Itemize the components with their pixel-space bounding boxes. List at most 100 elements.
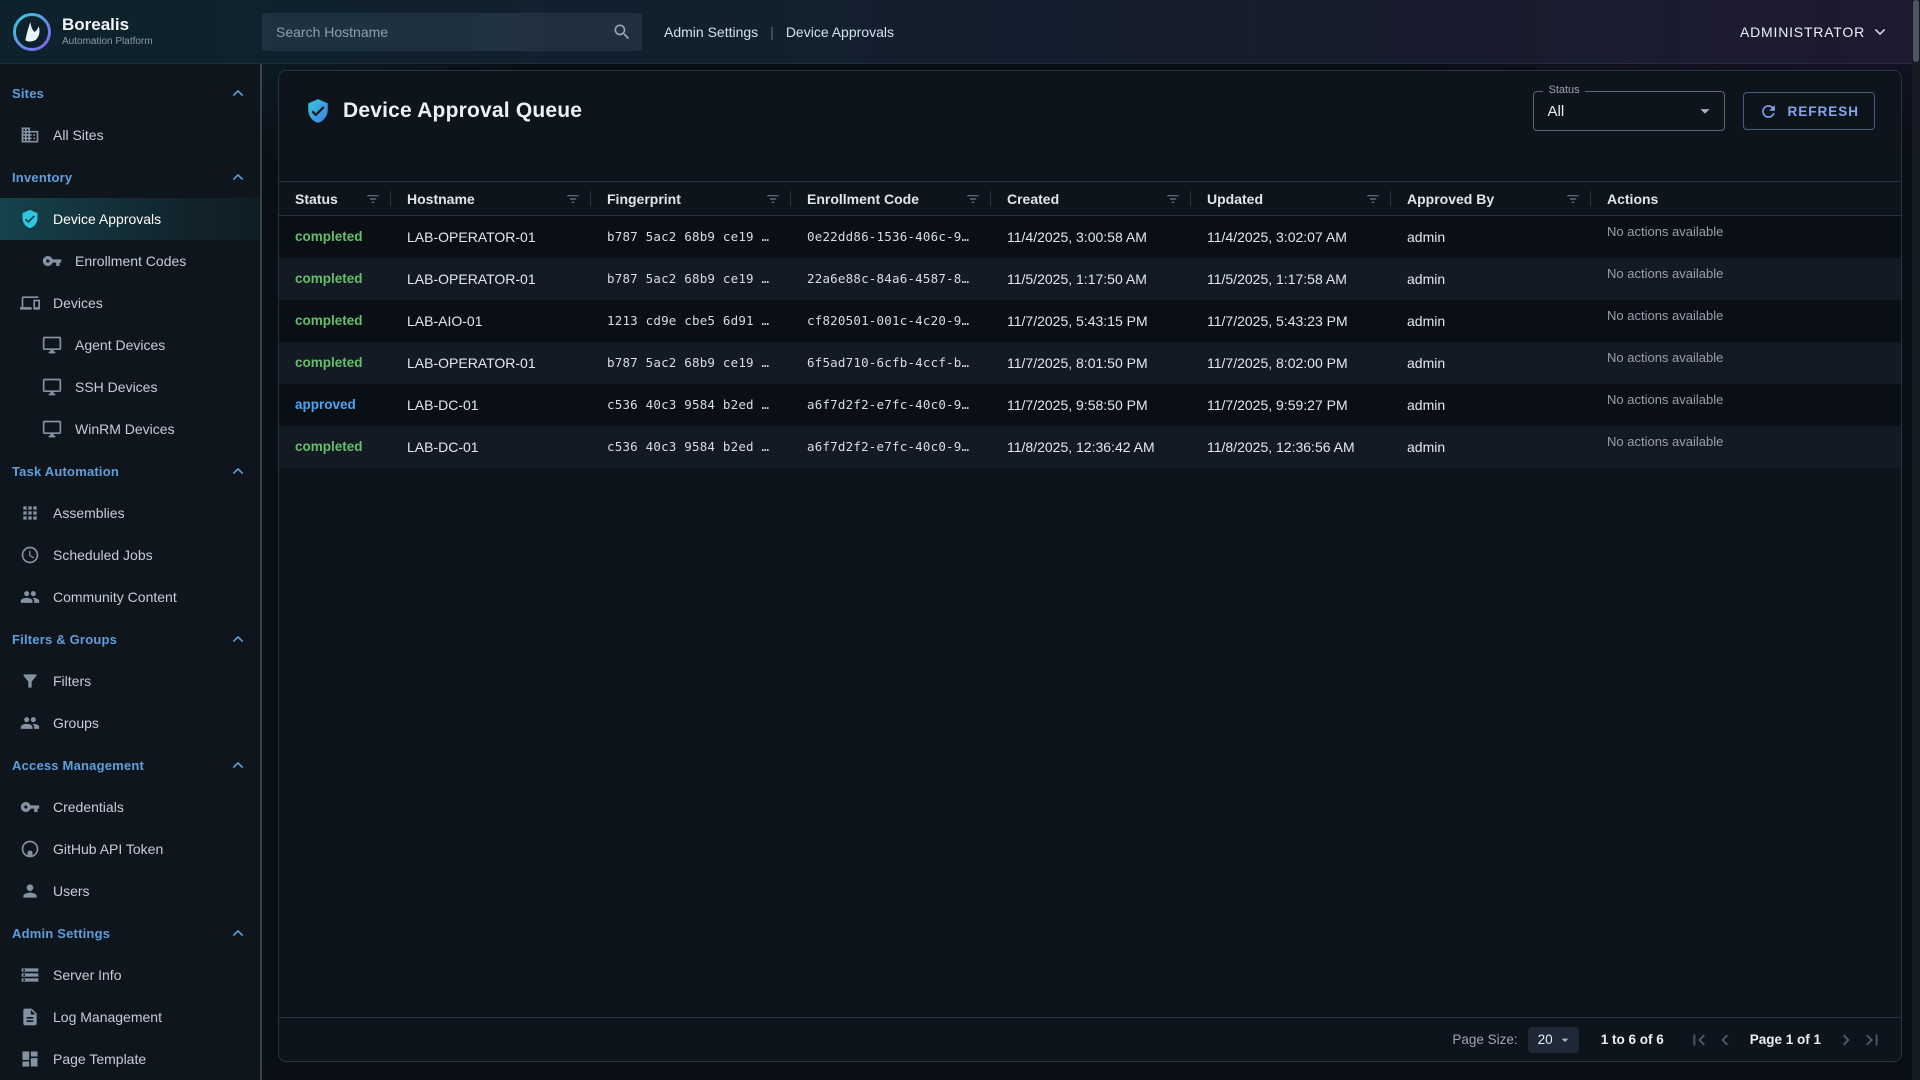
caret-down-icon	[1694, 100, 1716, 122]
filter-icon[interactable]	[1165, 191, 1181, 207]
sidebar-item-filters[interactable]: Filters	[0, 660, 260, 702]
sidebar-item-ssh-devices[interactable]: SSH Devices	[0, 366, 260, 408]
column-header-approved-by[interactable]: Approved By	[1391, 182, 1591, 216]
filter-icon[interactable]	[1365, 191, 1381, 207]
column-header-updated[interactable]: Updated	[1191, 182, 1391, 216]
next-page-button[interactable]	[1833, 1027, 1859, 1053]
status-filter-select[interactable]: Status All	[1533, 91, 1725, 131]
column-header-created[interactable]: Created	[991, 182, 1191, 216]
borealis-logo	[12, 12, 52, 52]
sidebar-item-assemblies[interactable]: Assemblies	[0, 492, 260, 534]
sidebar-section-access-management[interactable]: Access Management	[0, 744, 260, 786]
sidebar-item-devices[interactable]: Devices	[0, 282, 260, 324]
funnel-icon	[20, 671, 40, 691]
cell-hostname: LAB-OPERATOR-01	[391, 258, 591, 300]
sidebar-item-all-sites[interactable]: All Sites	[0, 114, 260, 156]
cell-approved-by: admin	[1391, 300, 1591, 342]
github-icon	[20, 839, 40, 859]
sidebar-item-winrm-devices[interactable]: WinRM Devices	[0, 408, 260, 450]
cell-status: completed	[279, 342, 391, 384]
pagination-footer: Page Size: 20 1 to 6 of 6 Page 1 of 1	[279, 1017, 1901, 1061]
sidebar-item-users[interactable]: Users	[0, 870, 260, 912]
search-input[interactable]	[276, 24, 612, 40]
cell-actions: No actions available	[1591, 300, 1901, 342]
scrollbar-thumb[interactable]	[1913, 0, 1919, 62]
table-row[interactable]: completed LAB-OPERATOR-01 b787 5ac2 68b9…	[279, 216, 1901, 258]
sidebar-item-enrollment-codes[interactable]: Enrollment Codes	[0, 240, 260, 282]
filter-icon[interactable]	[965, 191, 981, 207]
page-title: Device Approval Queue	[343, 99, 582, 123]
cell-hostname: LAB-DC-01	[391, 426, 591, 468]
main-content: Device Approval Queue Status All RE	[262, 64, 1920, 1080]
section-label: Inventory	[12, 170, 72, 185]
sidebar-section-task-automation[interactable]: Task Automation	[0, 450, 260, 492]
page-scrollbar[interactable]	[1912, 0, 1920, 1080]
cell-actions: No actions available	[1591, 258, 1901, 300]
sidebar-item-credentials[interactable]: Credentials	[0, 786, 260, 828]
section-label: Admin Settings	[12, 926, 110, 941]
breadcrumb-device-approvals[interactable]: Device Approvals	[786, 24, 894, 40]
sidebar-item-groups[interactable]: Groups	[0, 702, 260, 744]
cell-updated: 11/8/2025, 12:36:56 AM	[1191, 426, 1391, 468]
sidebar-section-filters-groups[interactable]: Filters & Groups	[0, 618, 260, 660]
refresh-button[interactable]: REFRESH	[1743, 92, 1875, 130]
cell-approved-by: admin	[1391, 342, 1591, 384]
monitor-icon	[42, 377, 62, 397]
column-header-fingerprint[interactable]: Fingerprint	[591, 182, 791, 216]
sidebar-item-community-content[interactable]: Community Content	[0, 576, 260, 618]
refresh-label: REFRESH	[1787, 104, 1859, 119]
table-row[interactable]: approved LAB-DC-01 c536 40c3 9584 b2ed ……	[279, 384, 1901, 426]
table-wrap: Status Hostname Fingerprint Enrollment C…	[279, 181, 1901, 468]
page-size-select[interactable]: 20	[1528, 1027, 1579, 1053]
sidebar-section-admin-settings[interactable]: Admin Settings	[0, 912, 260, 954]
cell-status: completed	[279, 426, 391, 468]
column-header-enrollment-code[interactable]: Enrollment Code	[791, 182, 991, 216]
filter-icon[interactable]	[565, 191, 581, 207]
brand: Borealis Automation Platform	[0, 12, 248, 52]
sidebar-item-label: Devices	[53, 295, 103, 311]
cell-fingerprint: c536 40c3 9584 b2ed …	[591, 426, 791, 468]
chevron-up-icon	[228, 83, 248, 103]
app-root: Borealis Automation Platform Admin Setti…	[0, 0, 1920, 1080]
cell-fingerprint: b787 5ac2 68b9 ce19 …	[591, 216, 791, 258]
filter-icon[interactable]	[765, 191, 781, 207]
first-page-button[interactable]	[1686, 1027, 1712, 1053]
sidebar-section-sites[interactable]: Sites	[0, 72, 260, 114]
sidebar-item-label: WinRM Devices	[75, 421, 175, 437]
sidebar-item-log-management[interactable]: Log Management	[0, 996, 260, 1038]
last-page-button[interactable]	[1859, 1027, 1885, 1053]
cell-updated: 11/7/2025, 9:59:27 PM	[1191, 384, 1391, 426]
sidebar-item-agent-devices[interactable]: Agent Devices	[0, 324, 260, 366]
sidebar-item-label: Community Content	[53, 589, 177, 605]
sidebar-item-label: Agent Devices	[75, 337, 165, 353]
sidebar-item-label: Assemblies	[53, 505, 125, 521]
dashboard-icon	[20, 1049, 40, 1069]
chevron-up-icon	[228, 461, 248, 481]
sidebar-item-server-info[interactable]: Server Info	[0, 954, 260, 996]
table-row[interactable]: completed LAB-OPERATOR-01 b787 5ac2 68b9…	[279, 258, 1901, 300]
top-bar: Borealis Automation Platform Admin Setti…	[0, 0, 1920, 64]
sidebar-item-scheduled-jobs[interactable]: Scheduled Jobs	[0, 534, 260, 576]
cell-actions: No actions available	[1591, 342, 1901, 384]
sidebar-item-device-approvals[interactable]: Device Approvals	[0, 198, 260, 240]
sidebar-section-inventory[interactable]: Inventory	[0, 156, 260, 198]
user-menu[interactable]: ADMINISTRATOR	[1740, 22, 1890, 42]
status-filter-value: All	[1547, 103, 1564, 120]
cell-approved-by: admin	[1391, 216, 1591, 258]
filter-icon[interactable]	[365, 191, 381, 207]
monitor-icon	[42, 419, 62, 439]
sidebar-item-page-template[interactable]: Page Template	[0, 1038, 260, 1080]
sidebar-item-github-api-token[interactable]: GitHub API Token	[0, 828, 260, 870]
table-row[interactable]: completed LAB-AIO-01 1213 cd9e cbe5 6d91…	[279, 300, 1901, 342]
column-header-status[interactable]: Status	[279, 182, 391, 216]
breadcrumb-admin-settings[interactable]: Admin Settings	[664, 24, 758, 40]
column-header-hostname[interactable]: Hostname	[391, 182, 591, 216]
previous-page-button[interactable]	[1712, 1027, 1738, 1053]
table-row[interactable]: completed LAB-DC-01 c536 40c3 9584 b2ed …	[279, 426, 1901, 468]
document-icon	[20, 1007, 40, 1027]
search-box[interactable]	[262, 13, 642, 51]
filter-icon[interactable]	[1565, 191, 1581, 207]
search-icon[interactable]	[612, 22, 632, 42]
devices-icon	[20, 293, 40, 313]
table-row[interactable]: completed LAB-OPERATOR-01 b787 5ac2 68b9…	[279, 342, 1901, 384]
